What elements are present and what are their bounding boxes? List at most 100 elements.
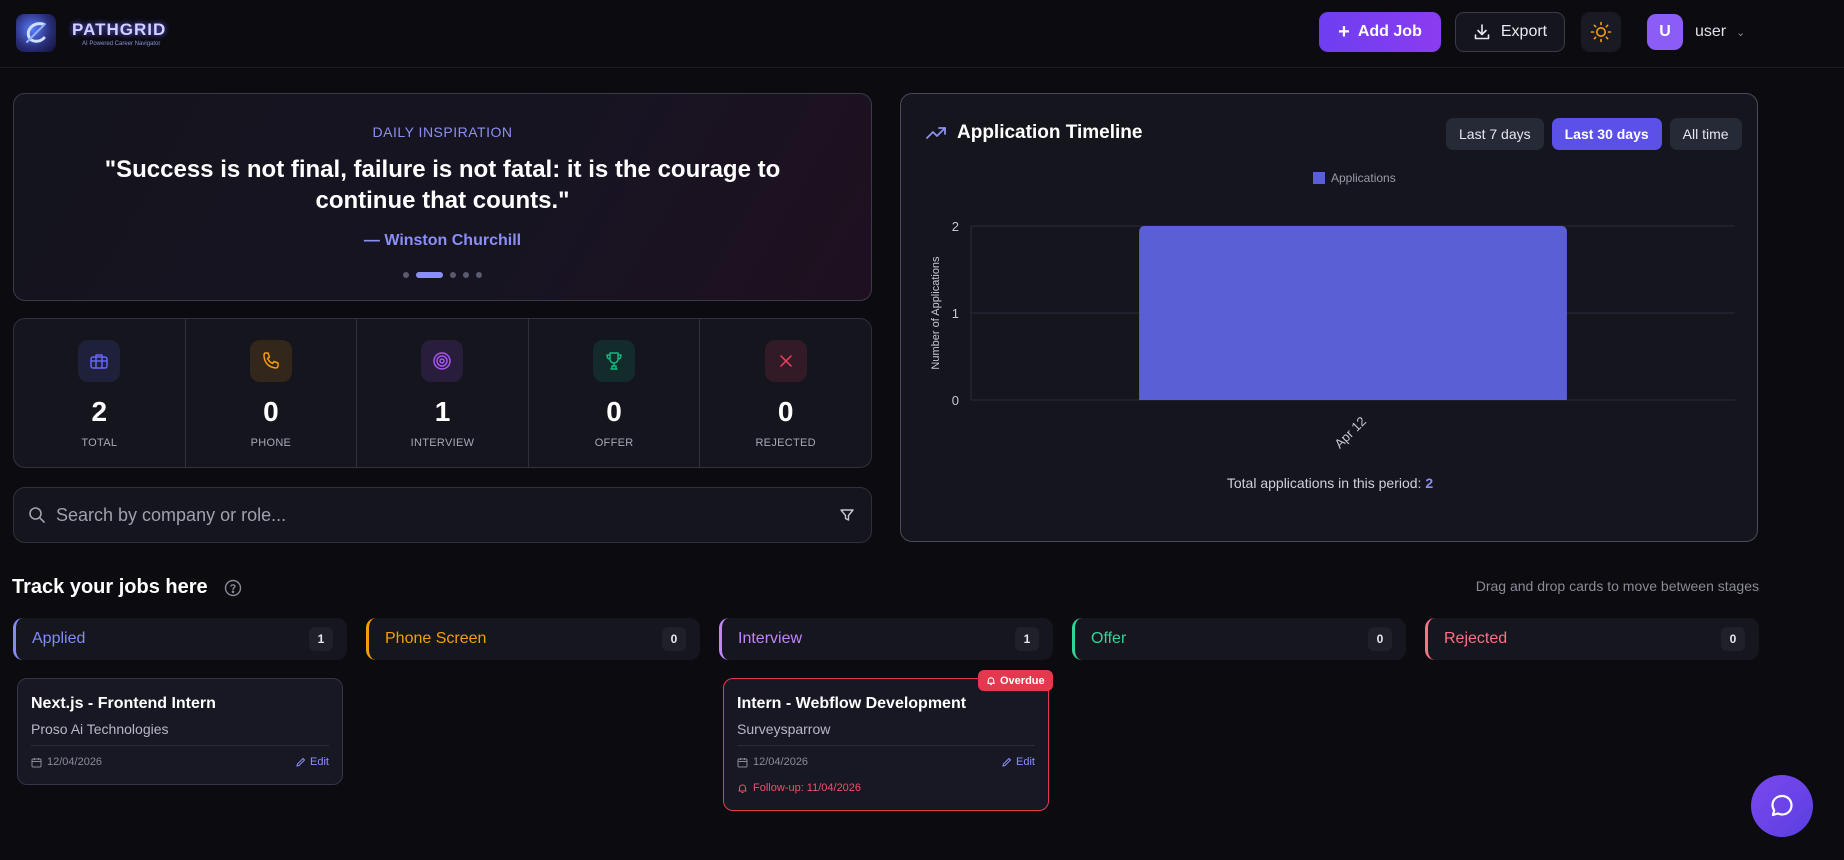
user-name: user [1695, 23, 1727, 40]
column-rejected: Rejected 0 [1425, 618, 1759, 660]
stat-value: 2 [91, 396, 108, 427]
x-icon [764, 340, 807, 382]
sun-icon [1590, 21, 1612, 43]
carousel-dots [14, 272, 871, 278]
column-name: Applied [32, 630, 86, 647]
y-tick-label: 0 [952, 393, 959, 408]
calendar-icon [31, 757, 42, 767]
user-menu[interactable]: U user ⌄ [1647, 14, 1745, 50]
job-title: Intern - Webflow Development [737, 695, 967, 712]
job-title: Next.js - Frontend Intern [31, 695, 216, 712]
chart-total: Total applications in this period: 2 [901, 475, 1759, 491]
overdue-badge: Overdue [978, 670, 1053, 691]
column-name: Phone Screen [385, 630, 487, 647]
search-bar [13, 487, 872, 543]
download-icon [1474, 24, 1490, 40]
job-card[interactable]: Next.js - Frontend Intern Proso Ai Techn… [17, 678, 343, 785]
stat-label: PHONE [250, 437, 292, 449]
edit-label: Edit [1016, 756, 1035, 768]
job-date: 12/04/2026 [31, 756, 102, 768]
column-name: Rejected [1444, 630, 1508, 647]
avatar: U [1647, 14, 1683, 50]
stat-value: 1 [434, 396, 451, 427]
carousel-dot[interactable] [463, 272, 469, 278]
stat-label: OFFER [594, 437, 634, 449]
trending-up-icon [926, 127, 946, 139]
stat-value: 0 [777, 396, 794, 427]
export-button[interactable]: Export [1455, 12, 1565, 52]
inspiration-label: DAILY INSPIRATION [372, 124, 513, 140]
job-date: 12/04/2026 [737, 756, 808, 768]
carousel-dot[interactable] [403, 272, 409, 278]
bell-icon [987, 676, 995, 685]
app-tagline: AI Powered Career Navigator [82, 40, 161, 47]
y-tick-label: 1 [952, 306, 959, 321]
track-title: Track your jobs here [12, 576, 242, 599]
chart-title: Application Timeline [957, 122, 1143, 143]
carousel-dot[interactable] [476, 272, 482, 278]
chevron-down-icon: ⌄ [1736, 26, 1746, 39]
job-card[interactable]: Intern - Webflow Development Surveysparr… [723, 678, 1049, 811]
y-tick-label: 2 [952, 219, 959, 234]
column-phone-screen: Phone Screen 0 [366, 618, 700, 660]
logo-icon [16, 14, 56, 52]
column-count: 1 [309, 627, 333, 651]
stat-phone: 0 PHONE [186, 319, 358, 467]
legend-swatch [1313, 172, 1325, 184]
add-job-button[interactable]: + Add Job [1319, 12, 1441, 52]
stat-rejected: 0 REJECTED [700, 319, 871, 467]
daily-inspiration-card: DAILY INSPIRATION "Success is not final,… [13, 93, 872, 301]
trophy-icon [593, 340, 636, 382]
column-count: 0 [662, 627, 686, 651]
target-icon [421, 340, 464, 382]
stat-total: 2 TOTAL [14, 319, 186, 467]
stat-value: 0 [606, 396, 622, 427]
pencil-icon [296, 757, 306, 767]
add-job-label: Add Job [1357, 23, 1422, 40]
stat-label: REJECTED [755, 437, 816, 449]
job-company: Proso Ai Technologies [31, 721, 169, 737]
briefcase-icon [78, 340, 121, 382]
column-count: 0 [1368, 627, 1392, 651]
column-name: Interview [738, 630, 803, 647]
filter-icon[interactable] [839, 507, 855, 523]
stat-offer: 0 OFFER [529, 319, 701, 467]
carousel-dot[interactable] [450, 272, 456, 278]
column-name: Offer [1091, 630, 1127, 647]
search-input[interactable] [56, 504, 826, 526]
range-selector: Last 7 days Last 30 days All time [1446, 118, 1742, 150]
edit-label: Edit [310, 756, 329, 768]
followup-reminder: Follow-up: 11/04/2026 [737, 782, 1035, 794]
app-logo[interactable]: PATHGRID AI Powered Career Navigator [16, 14, 166, 52]
pencil-icon [1002, 757, 1012, 767]
total-text: Total applications in this period: [1226, 475, 1422, 491]
edit-button[interactable]: Edit [296, 756, 329, 768]
stat-interview: 1 INTERVIEW [357, 319, 529, 467]
job-date-text: 12/04/2026 [47, 756, 103, 768]
column-count: 0 [1721, 627, 1745, 651]
column-offer: Offer 0 [1072, 618, 1406, 660]
carousel-dot[interactable] [416, 272, 443, 278]
help-icon[interactable] [224, 579, 242, 597]
top-header: PATHGRID AI Powered Career Navigator + A… [0, 0, 1844, 68]
legend-label: Applications [1331, 171, 1396, 185]
inspiration-author: — Winston Churchill [363, 232, 522, 249]
search-icon [29, 507, 45, 523]
x-tick-label: Apr 12 [1331, 414, 1369, 452]
job-date-text: 12/04/2026 [753, 756, 809, 768]
chat-button[interactable] [1751, 775, 1813, 837]
stat-value: 0 [263, 396, 279, 427]
bar [1139, 226, 1567, 400]
calendar-icon [737, 757, 748, 767]
column-interview: Interview 1 [719, 618, 1053, 660]
stat-label: TOTAL [81, 437, 118, 449]
column-applied: Applied 1 [13, 618, 347, 660]
range-button[interactable]: All time [1669, 118, 1742, 150]
bell-icon [738, 783, 747, 793]
track-title-text: Track your jobs here [12, 576, 208, 598]
y-axis-label: Number of Applications [930, 256, 942, 370]
edit-button[interactable]: Edit [1002, 756, 1035, 768]
range-button[interactable]: Last 7 days [1446, 118, 1544, 150]
theme-toggle-button[interactable] [1581, 12, 1621, 52]
range-button[interactable]: Last 30 days [1551, 118, 1662, 150]
